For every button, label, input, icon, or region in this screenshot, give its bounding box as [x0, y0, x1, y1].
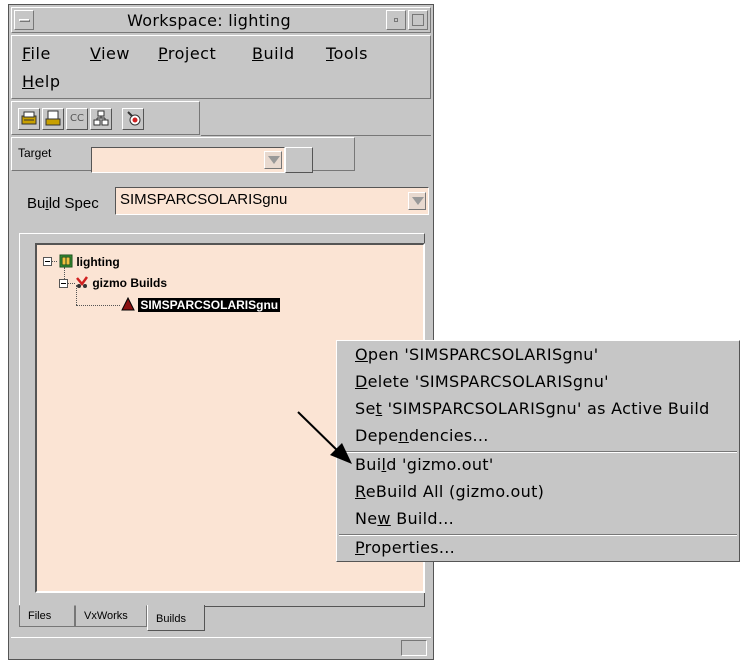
- annotation-arrow-icon: [297, 411, 352, 464]
